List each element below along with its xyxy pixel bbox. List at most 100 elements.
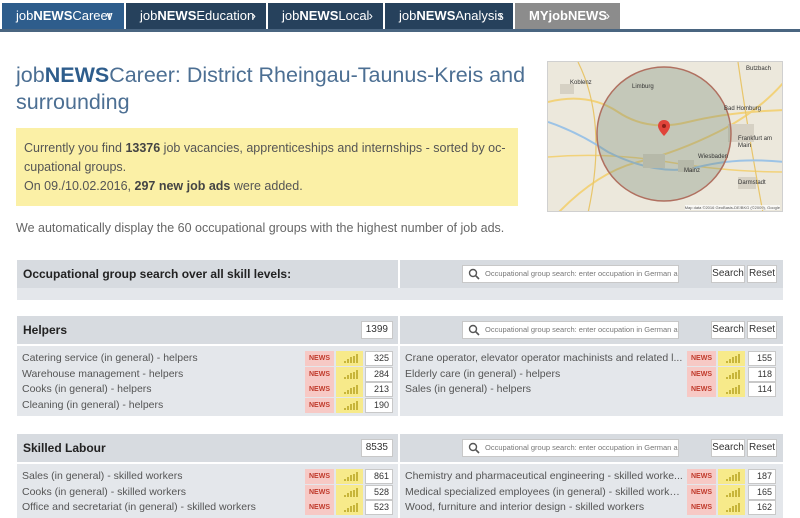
bar-chart-icon-bar: [735, 386, 737, 394]
new-ads-count: 297 new job ads: [134, 179, 231, 193]
map-label-butzbach: Butzbach: [746, 66, 772, 72]
occupation-link[interactable]: Medical specialized employees (in genera…: [405, 486, 683, 498]
map-label-mainz: Mainz: [684, 168, 701, 174]
tab-prefix: job: [282, 8, 300, 23]
bar-chart-icon-bar: [729, 390, 731, 394]
map-label-frankfurt: Frankfurt am Main: [738, 136, 773, 149]
list-item[interactable]: Wood, furniture and interior design - sk…: [0, 500, 800, 515]
info-line-2: cupational groups.: [24, 160, 127, 174]
tab-jobnews-career[interactable]: jobNEWSCareer ∨: [2, 3, 124, 29]
job-count: 190: [365, 398, 393, 413]
bar-chart-icon-bar: [732, 491, 734, 497]
occupation-link[interactable]: Chemistry and pharmaceutical engineering…: [405, 470, 683, 482]
bar-chart-icon-bar: [738, 354, 740, 363]
reset-button[interactable]: Reset: [747, 321, 777, 339]
group-search-input[interactable]: Occupational group search: enter occupat…: [462, 439, 679, 457]
reset-button[interactable]: Reset: [747, 265, 777, 283]
news-badge[interactable]: NEWS: [305, 398, 334, 413]
title-prefix: job: [16, 63, 45, 87]
group-search-input[interactable]: Occupational group search: enter occupat…: [462, 321, 679, 339]
chevron-down-icon: ∨: [105, 9, 114, 23]
occupation-link[interactable]: Elderly care (in general) - helpers: [405, 368, 683, 380]
bar-chart-icon-bar: [738, 503, 740, 512]
bar-chart-icon-bar: [735, 473, 737, 481]
news-badge[interactable]: NEWS: [687, 485, 716, 500]
list-item[interactable]: Sales (in general) - helpers NEWS 114: [0, 382, 800, 397]
bar-chart-icon-bar: [735, 504, 737, 512]
page-title: jobNEWSCareer: District Rheingau-Taunus-…: [16, 62, 536, 116]
occupation-link[interactable]: Cleaning (in general) - helpers: [22, 399, 302, 411]
group-count: 8535: [360, 439, 393, 457]
group-label: Helpers: [23, 323, 68, 337]
info-text: were added.: [230, 179, 303, 193]
search-button[interactable]: Search: [711, 439, 745, 457]
overall-search-label: Occupational group search over all skill…: [23, 267, 292, 281]
group-label: Skilled Labour: [23, 441, 106, 455]
chevron-right-icon: ›: [368, 8, 373, 23]
tab-jobnews-analysis[interactable]: jobNEWSAnalysis ›: [385, 3, 513, 29]
info-box: Currently you find 13376 job vacancies, …: [16, 128, 518, 206]
bar-chart-icon-bar: [732, 475, 734, 481]
news-badge[interactable]: NEWS: [687, 367, 716, 382]
bar-chart-icon-bar: [726, 376, 728, 379]
search-button[interactable]: Search: [711, 265, 745, 283]
tab-prefix: job: [140, 8, 158, 23]
search-icon: [468, 442, 480, 454]
job-count: 114: [748, 382, 776, 397]
info-text: Currently you find: [24, 141, 126, 155]
bar-chart-icon-bar: [353, 402, 355, 410]
bar-chart-icon-bar: [726, 360, 728, 363]
tab-prefix: job: [399, 8, 417, 23]
list-item[interactable]: Chemistry and pharmaceutical engineering…: [0, 469, 800, 484]
tab-suffix: Local: [338, 8, 370, 23]
bar-chart-icon-bar: [732, 506, 734, 512]
title-brand: NEWS: [44, 63, 110, 87]
bar-chart-icon[interactable]: [718, 367, 745, 382]
map-label-darmstadt: Darmstadt: [738, 180, 766, 186]
bar-chart-icon-bar: [729, 477, 731, 481]
info-text: job vacancies, apprenticeships and inter…: [160, 141, 506, 155]
bar-chart-icon-bar: [735, 371, 737, 379]
bar-chart-icon-bar: [726, 509, 728, 512]
search-button[interactable]: Search: [711, 321, 745, 339]
bar-chart-icon[interactable]: [718, 382, 745, 397]
bar-chart-icon-bar: [738, 488, 740, 497]
tab-brand: jobNEWS: [548, 8, 608, 23]
bar-chart-icon-bar: [726, 391, 728, 394]
bar-chart-icon[interactable]: [718, 351, 745, 366]
news-badge[interactable]: NEWS: [687, 469, 716, 484]
tab-jobnews-education[interactable]: jobNEWSEducation ›: [126, 3, 266, 29]
overall-search-input[interactable]: Occupational group search: enter occupat…: [462, 265, 679, 283]
bar-chart-icon-bar: [729, 359, 731, 363]
bar-chart-icon-bar: [729, 508, 731, 512]
list-item[interactable]: Elderly care (in general) - helpers NEWS 1…: [0, 367, 800, 382]
list-item[interactable]: Crane operator, elevator operator machin…: [0, 351, 800, 366]
group-count: 1399: [360, 321, 393, 339]
bar-chart-icon-bar: [735, 355, 737, 363]
region-map[interactable]: Koblenz Frankfurt am Main Wiesbaden Main…: [547, 61, 783, 212]
occupation-link[interactable]: Sales (in general) - helpers: [405, 383, 683, 395]
bar-chart-icon-bar: [347, 406, 349, 410]
list-item[interactable]: Medical specialized employees (in genera…: [0, 485, 800, 500]
info-line-1: Currently you find 13376 job vacancies, …: [24, 139, 510, 158]
tab-brand: NEWS: [157, 8, 197, 23]
news-badge[interactable]: NEWS: [687, 382, 716, 397]
top-nav-bar: jobNEWSCareer ∨ jobNEWSEducation › jobNE…: [0, 0, 800, 32]
tab-my-jobnews[interactable]: MYjobNEWS ›: [515, 3, 620, 29]
news-badge[interactable]: NEWS: [687, 500, 716, 515]
bar-chart-icon[interactable]: [336, 398, 363, 413]
bar-chart-icon-bar: [356, 401, 358, 410]
tab-jobnews-local[interactable]: jobNEWSLocal ›: [268, 3, 383, 29]
occupation-link[interactable]: Wood, furniture and interior design - sk…: [405, 501, 683, 513]
reset-button[interactable]: Reset: [747, 439, 777, 457]
info-line-3: On 09./10.02.2016, 297 new job ads were …: [24, 177, 510, 196]
list-item[interactable]: Cleaning (in general) - helpers NEWS 190: [0, 398, 800, 413]
tab-suffix: Education: [196, 8, 255, 23]
bar-chart-icon[interactable]: [718, 485, 745, 500]
occupation-link[interactable]: Crane operator, elevator operator machin…: [405, 352, 683, 364]
chevron-right-icon: ›: [605, 8, 610, 23]
search-placeholder: Occupational group search: enter occupat…: [485, 325, 678, 334]
news-badge[interactable]: NEWS: [687, 351, 716, 366]
bar-chart-icon[interactable]: [718, 500, 745, 515]
bar-chart-icon[interactable]: [718, 469, 745, 484]
